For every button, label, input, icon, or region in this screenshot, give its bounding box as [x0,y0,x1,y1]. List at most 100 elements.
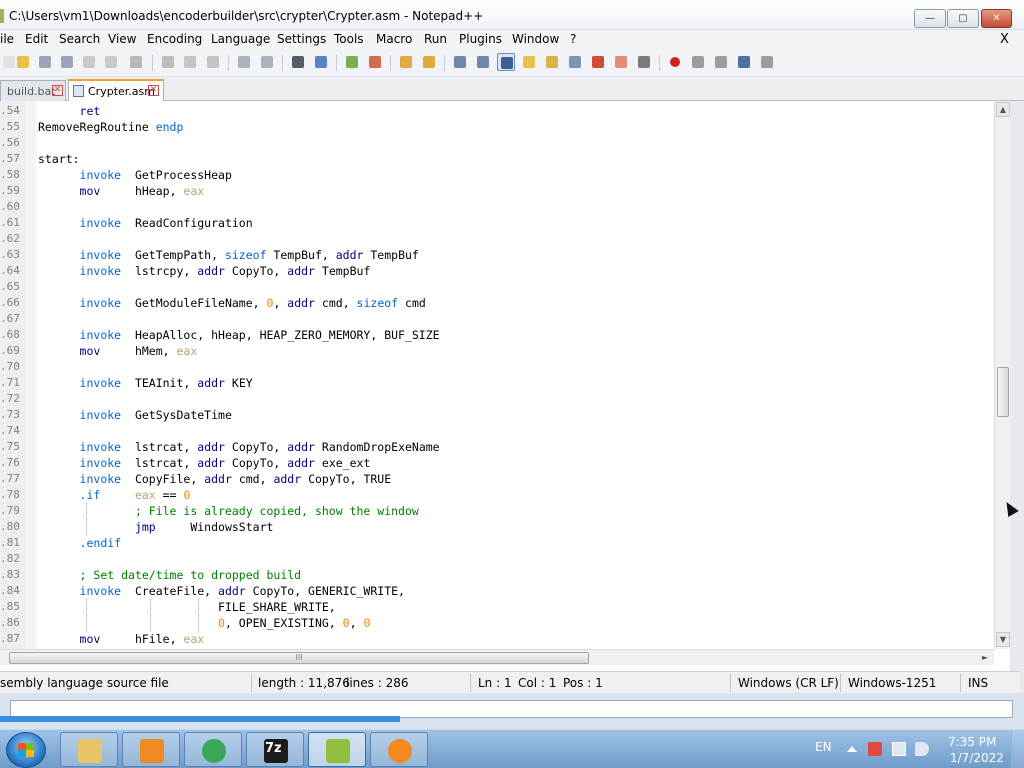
clock-date[interactable]: 1/7/2022 [950,751,1004,765]
code-line[interactable]: .58 invoke GetProcessHeap [0,167,994,183]
code-line[interactable]: .72 [0,391,994,407]
close-window-button[interactable]: ✕ [981,9,1012,28]
code-line[interactable]: .82 [0,551,994,567]
replace-icon[interactable] [312,53,330,71]
code-line[interactable]: .59 mov hHeap, eax [0,183,994,199]
code-line[interactable]: .80 jmp WindowsStart [0,519,994,535]
taskbar-media-player[interactable] [122,732,180,767]
code-line[interactable]: .79 ; File is already copied, show the w… [0,503,994,519]
code-line[interactable]: .68 invoke HeapAlloc, hHeap, HEAP_ZERO_M… [0,327,994,343]
code-line[interactable]: .63 invoke GetTempPath, sizeof TempBuf, … [0,247,994,263]
tab-build-bat[interactable]: build.bat ✕ [0,80,66,101]
menu-view[interactable]: View [108,32,136,46]
show-desktop-button[interactable] [1011,730,1024,768]
code-line[interactable]: .75 invoke lstrcat, addr CopyTo, addr Ra… [0,439,994,455]
code-editor[interactable]: .54 ret .55 RemoveRegRoutine endp .56.57 sta… [0,101,994,649]
zoom-out-icon[interactable] [366,53,384,71]
sync-horizontal-icon[interactable] [420,53,438,71]
user-language-icon[interactable] [520,53,538,71]
close-all-icon[interactable] [102,53,120,71]
word-wrap-icon[interactable] [451,53,469,71]
cut-icon[interactable] [159,53,177,71]
start-button[interactable] [6,732,46,768]
run-macro-multiple-icon[interactable] [735,53,753,71]
code-line[interactable]: .61 invoke ReadConfiguration [0,215,994,231]
code-line[interactable]: .62 [0,231,994,247]
undo-icon[interactable] [235,53,253,71]
save-all-icon[interactable] [58,53,76,71]
code-line[interactable]: .87 mov hFile, eax [0,631,994,647]
stop-recording-icon[interactable] [689,53,707,71]
code-line[interactable]: .81 .endif [0,535,994,551]
menu-edit[interactable]: Edit [25,32,48,46]
save-icon[interactable] [36,53,54,71]
horizontal-scroll-thumb[interactable]: III [9,652,589,664]
clock-time[interactable]: 7:35 PM [948,735,996,749]
code-line[interactable]: .83 ; Set date/time to dropped build [0,567,994,583]
menu-plugins[interactable]: Plugins [459,32,502,46]
eye-icon[interactable] [635,53,653,71]
code-line[interactable]: .64 invoke lstrcpy, addr CopyTo, addr Te… [0,263,994,279]
indent-guide-icon[interactable] [497,53,515,71]
zoom-in-icon[interactable] [343,53,361,71]
show-hidden-icons-icon[interactable] [847,746,857,752]
record-macro-icon[interactable] [666,53,684,71]
scroll-right-arrow[interactable]: ► [978,651,992,665]
status-encoding[interactable]: Windows-1251 [848,676,936,690]
status-insert-mode[interactable]: INS [968,676,988,690]
minimize-button[interactable]: — [914,9,946,28]
taskbar-notepadpp[interactable] [308,732,366,767]
monitoring-icon[interactable] [612,53,630,71]
code-line[interactable]: .76 invoke lstrcat, addr CopyTo, addr ex… [0,455,994,471]
code-line[interactable]: .77 invoke CopyFile, addr cmd, addr Copy… [0,471,994,487]
vertical-scrollbar[interactable]: ▲ ▼ [994,101,1010,649]
code-line[interactable]: .70 [0,359,994,375]
print-icon[interactable] [127,53,145,71]
folder-as-workspace-icon[interactable] [589,53,607,71]
sync-vertical-icon[interactable] [397,53,415,71]
find-icon[interactable] [289,53,307,71]
language-indicator[interactable]: EN [815,740,832,754]
code-line[interactable]: .66 invoke GetModuleFileName, 0, addr cm… [0,295,994,311]
menu-help[interactable]: ? [570,32,576,46]
scroll-up-arrow[interactable]: ▲ [996,102,1010,117]
code-line[interactable]: .57 start: [0,151,994,167]
code-line[interactable]: .71 invoke TEAInit, addr KEY [0,375,994,391]
close-tab-icon[interactable]: ✕ [52,85,63,96]
playback-icon[interactable] [712,53,730,71]
code-line[interactable]: .54 ret [0,103,994,119]
open-file-icon[interactable] [14,53,32,71]
status-eol[interactable]: Windows (CR LF) [738,676,839,690]
doc-map-icon[interactable] [543,53,561,71]
code-line[interactable]: .65 [0,279,994,295]
code-line[interactable]: .86 0, OPEN_EXISTING, 0, 0 [0,615,994,631]
menu-file[interactable]: ile [0,32,14,46]
menu-settings[interactable]: Settings [277,32,326,46]
menu-run[interactable]: Run [424,32,447,46]
save-macro-icon[interactable] [758,53,776,71]
menu-window[interactable]: Window [512,32,559,46]
scroll-down-arrow[interactable]: ▼ [996,632,1010,647]
code-line[interactable]: .55 RemoveRegRoutine endp [0,119,994,135]
close-tab-icon[interactable]: ✕ [148,85,159,96]
taskbar-chrome[interactable] [184,732,242,767]
network-icon[interactable] [892,742,906,756]
tab-crypter-asm[interactable]: Crypter.asm ✕ [68,79,164,101]
vertical-scroll-thumb[interactable] [997,367,1009,417]
code-line[interactable]: .84 invoke CreateFile, addr CopyTo, GENE… [0,583,994,599]
close-icon[interactable] [80,53,98,71]
code-line[interactable]: .73 invoke GetSysDateTime [0,407,994,423]
volume-icon[interactable] [915,742,929,756]
taskbar-explorer[interactable] [60,732,118,767]
code-line[interactable]: .74 [0,423,994,439]
code-line[interactable]: .85 FILE_SHARE_WRITE, [0,599,994,615]
menu-tools[interactable]: Tools [334,32,364,46]
menu-search[interactable]: Search [59,32,100,46]
taskbar-search-app[interactable] [370,732,428,767]
code-line[interactable]: .69 mov hMem, eax [0,343,994,359]
code-line[interactable]: .60 [0,199,994,215]
function-list-icon[interactable] [566,53,584,71]
maximize-button[interactable]: ▢ [947,9,979,28]
taskbar-7zip[interactable]: 7z [246,732,304,767]
code-line[interactable]: .56 [0,135,994,151]
